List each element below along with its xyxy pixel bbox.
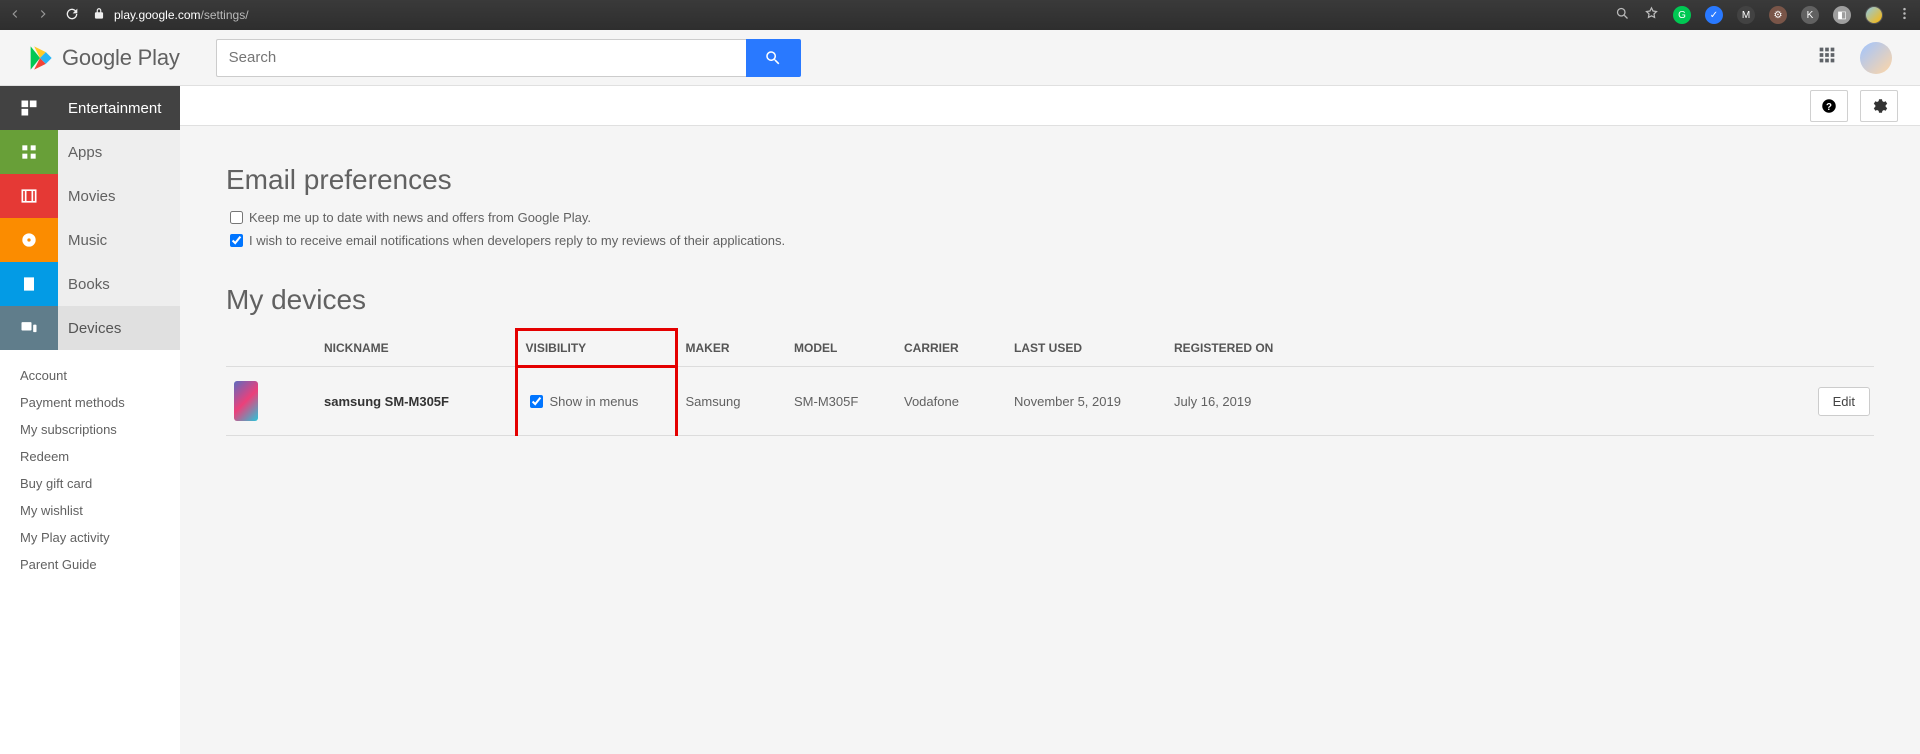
col-visibility: VISIBILITY <box>516 330 676 367</box>
search-button[interactable] <box>746 39 801 77</box>
main-panel: ? Email preferences Keep me up to date w… <box>180 86 1920 754</box>
nav-entertainment[interactable]: Entertainment <box>0 86 180 130</box>
gear-icon <box>1870 97 1888 115</box>
col-nickname: NICKNAME <box>316 330 516 367</box>
nav-apps[interactable]: Apps <box>0 130 180 174</box>
device-visibility-cell: Show in menus <box>516 367 676 436</box>
search-input[interactable] <box>216 39 746 77</box>
link-redeem[interactable]: Redeem <box>20 443 180 470</box>
col-maker: MAKER <box>676 330 786 367</box>
url-host: play.google.com <box>114 8 201 22</box>
apps-icon <box>0 130 58 174</box>
profile-avatar-chrome[interactable] <box>1865 6 1883 24</box>
col-carrier: CARRIER <box>896 330 1006 367</box>
link-my-wishlist[interactable]: My wishlist <box>20 497 180 524</box>
pref-label: Keep me up to date with news and offers … <box>249 210 591 225</box>
chrome-menu-icon[interactable] <box>1897 6 1912 24</box>
books-icon <box>0 262 58 306</box>
link-payment-methods[interactable]: Payment methods <box>20 389 180 416</box>
nav-label: Entertainment <box>68 100 161 117</box>
nav-music[interactable]: Music <box>0 218 180 262</box>
device-nickname: samsung SM-M305F <box>316 367 516 436</box>
device-last-used: November 5, 2019 <box>1006 367 1166 436</box>
device-thumbnail <box>234 381 258 421</box>
search-icon <box>764 49 782 67</box>
movies-icon <box>0 174 58 218</box>
extension-icon[interactable]: M <box>1737 6 1755 24</box>
extension-icon[interactable]: K <box>1801 6 1819 24</box>
sidebar-sublinks: Account Payment methods My subscriptions… <box>0 350 180 578</box>
forward-button[interactable] <box>36 7 50 24</box>
address-bar[interactable]: play.google.com/settings/ <box>92 7 249 24</box>
play-logo-icon <box>26 44 54 72</box>
reload-button[interactable] <box>64 6 80 25</box>
device-model: SM-M305F <box>786 367 896 436</box>
device-carrier: Vodafone <box>896 367 1006 436</box>
entertainment-icon <box>0 86 58 130</box>
extension-icon[interactable]: ⚙ <box>1769 6 1787 24</box>
show-in-menus-label: Show in menus <box>550 394 639 409</box>
apps-grid-icon[interactable] <box>1816 44 1838 71</box>
svg-text:?: ? <box>1826 101 1832 112</box>
link-my-subscriptions[interactable]: My subscriptions <box>20 416 180 443</box>
link-parent-guide[interactable]: Parent Guide <box>20 551 180 578</box>
device-registered: July 16, 2019 <box>1166 367 1326 436</box>
device-maker: Samsung <box>676 367 786 436</box>
settings-button[interactable] <box>1860 90 1898 122</box>
back-button[interactable] <box>8 7 22 24</box>
col-model: MODEL <box>786 330 896 367</box>
nav-label: Apps <box>68 144 102 161</box>
nav-devices[interactable]: Devices <box>0 306 180 350</box>
content-toolbar: ? <box>180 86 1920 126</box>
browser-toolbar: play.google.com/settings/ G ✓ M ⚙ K ◧ <box>0 0 1920 30</box>
nav-books[interactable]: Books <box>0 262 180 306</box>
pref-news-offers[interactable]: Keep me up to date with news and offers … <box>226 208 1874 227</box>
edit-device-button[interactable]: Edit <box>1818 387 1870 416</box>
pref-review-replies[interactable]: I wish to receive email notifications wh… <box>226 231 1874 250</box>
nav-movies[interactable]: Movies <box>0 174 180 218</box>
nav-label: Movies <box>68 188 116 205</box>
nav-label: Books <box>68 276 110 293</box>
devices-icon <box>0 306 58 350</box>
email-preferences-title: Email preferences <box>226 164 1874 196</box>
help-icon: ? <box>1820 97 1838 115</box>
devices-table: NICKNAME VISIBILITY MAKER MODEL CARRIER … <box>226 328 1874 436</box>
link-my-play-activity[interactable]: My Play activity <box>20 524 180 551</box>
table-header-row: NICKNAME VISIBILITY MAKER MODEL CARRIER … <box>226 330 1874 367</box>
bookmark-star-icon[interactable] <box>1644 6 1659 24</box>
extension-icon[interactable]: G <box>1673 6 1691 24</box>
account-avatar[interactable] <box>1860 42 1892 74</box>
url-path: /settings/ <box>201 8 249 22</box>
nav-label: Music <box>68 232 107 249</box>
music-icon <box>0 218 58 262</box>
extension-icon[interactable]: ✓ <box>1705 6 1723 24</box>
pref-review-replies-checkbox[interactable] <box>230 234 243 247</box>
pref-label: I wish to receive email notifications wh… <box>249 233 785 248</box>
zoom-icon[interactable] <box>1615 6 1630 24</box>
pref-news-offers-checkbox[interactable] <box>230 211 243 224</box>
table-row: samsung SM-M305F Show in menus Samsung S… <box>226 367 1874 436</box>
col-last-used: LAST USED <box>1006 330 1166 367</box>
extension-icon[interactable]: ◧ <box>1833 6 1851 24</box>
link-account[interactable]: Account <box>20 362 180 389</box>
play-logo-text: Google Play <box>62 45 180 71</box>
help-button[interactable]: ? <box>1810 90 1848 122</box>
my-devices-title: My devices <box>226 284 1874 316</box>
sidebar: Entertainment Apps Movies Music Books De… <box>0 86 180 578</box>
lock-icon <box>92 7 106 24</box>
play-header: Google Play <box>0 30 1920 86</box>
play-logo[interactable]: Google Play <box>26 44 206 72</box>
link-buy-gift-card[interactable]: Buy gift card <box>20 470 180 497</box>
col-registered: REGISTERED ON <box>1166 330 1326 367</box>
nav-label: Devices <box>68 320 121 337</box>
show-in-menus-checkbox[interactable] <box>530 395 543 408</box>
